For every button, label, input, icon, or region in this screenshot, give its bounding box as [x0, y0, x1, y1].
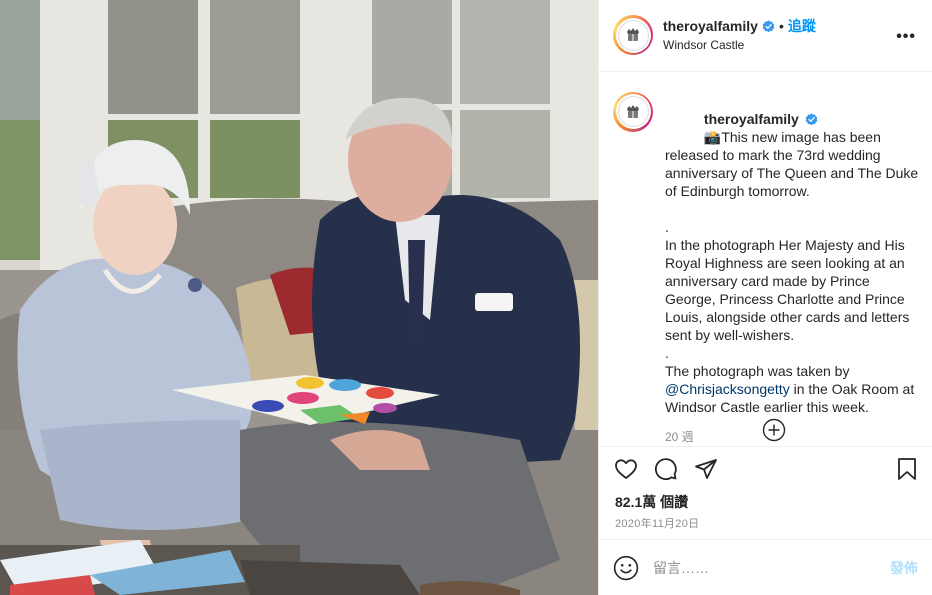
- camera-emoji-icon: 📸: [703, 128, 722, 145]
- instagram-post-view: theroyalfamily • 追蹤 Windsor Castle ••• t…: [0, 0, 932, 595]
- post-side-panel: theroyalfamily • 追蹤 Windsor Castle ••• t…: [598, 0, 932, 595]
- post-location[interactable]: Windsor Castle: [663, 38, 816, 54]
- share-button[interactable]: [693, 456, 719, 482]
- verified-badge-icon: [762, 20, 775, 33]
- paper-plane-icon: [695, 459, 717, 479]
- post-comment-button[interactable]: 發佈: [890, 558, 918, 578]
- comment-button[interactable]: [653, 456, 679, 482]
- comment-input[interactable]: [653, 559, 890, 576]
- caption-age[interactable]: 20 週: [665, 428, 920, 446]
- caption-line-2: .: [665, 218, 669, 235]
- post-photo[interactable]: [0, 0, 598, 595]
- caption-line-3: In the photograph Her Majesty and His Ro…: [665, 236, 914, 343]
- caption-tail-before: The photograph was taken by: [665, 362, 854, 379]
- verified-badge-icon: [805, 113, 818, 126]
- save-button[interactable]: [894, 456, 920, 482]
- author-info: theroyalfamily • 追蹤 Windsor Castle: [663, 17, 816, 53]
- caption-text: theroyalfamily 📸This new image has been …: [665, 92, 920, 446]
- action-bar: [599, 445, 932, 492]
- add-comment-bar: 發佈: [599, 539, 932, 595]
- royal-crest-icon: [627, 28, 639, 42]
- comment-icon: [655, 458, 677, 481]
- caption-section: theroyalfamily 📸This new image has been …: [599, 72, 932, 446]
- follow-separator: •: [778, 18, 784, 35]
- smiley-icon[interactable]: [613, 555, 639, 581]
- photographer-mention-link[interactable]: @Chrisjacksongetty: [665, 381, 790, 397]
- author-avatar[interactable]: [613, 15, 653, 56]
- follow-button[interactable]: 追蹤: [788, 17, 816, 35]
- likes-count[interactable]: 82.1萬 個讚: [599, 491, 932, 513]
- caption-avatar[interactable]: [613, 91, 653, 132]
- bookmark-icon: [898, 458, 916, 480]
- royal-crest-icon: [627, 104, 639, 118]
- like-button[interactable]: [613, 456, 639, 482]
- caption-username[interactable]: theroyalfamily: [704, 111, 799, 127]
- post-date[interactable]: 2020年11月20日: [599, 513, 932, 539]
- plus-circle-icon[interactable]: [762, 418, 786, 442]
- caption-line-5: The photograph was taken by @Chrisjackso…: [665, 362, 920, 416]
- post-header: theroyalfamily • 追蹤 Windsor Castle •••: [599, 0, 932, 72]
- more-horizontal-icon[interactable]: •••: [896, 28, 916, 46]
- author-username[interactable]: theroyalfamily: [663, 17, 758, 35]
- caption-line-4: .: [665, 344, 669, 361]
- post-photo-image: [0, 0, 598, 595]
- heart-icon: [615, 459, 637, 479]
